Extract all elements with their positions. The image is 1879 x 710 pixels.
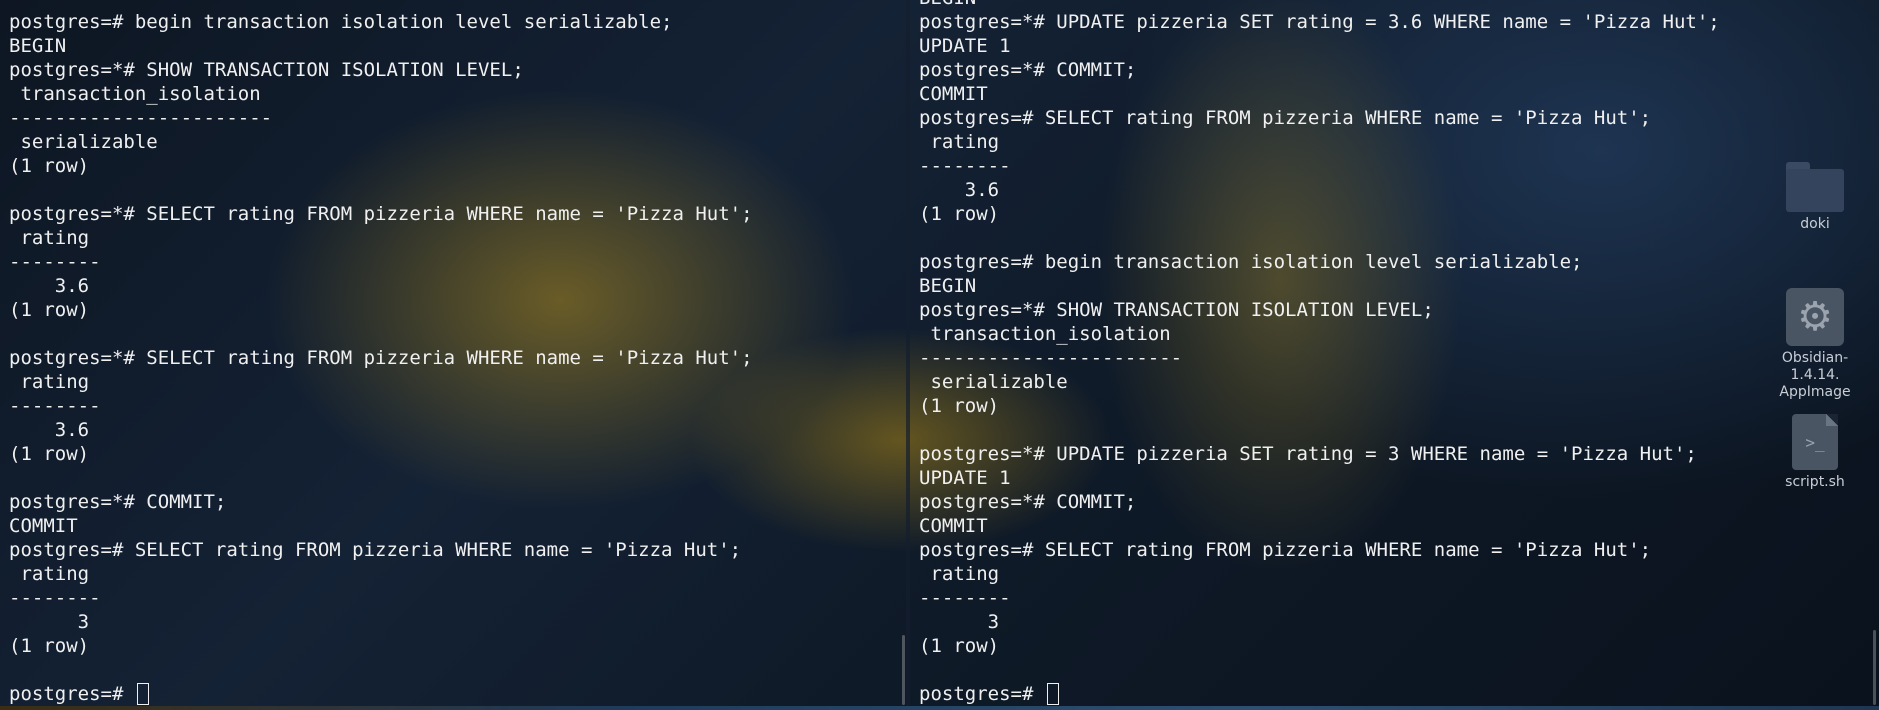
terminal-line: ----------------------- <box>919 347 1183 369</box>
terminal-line: -------- <box>9 251 101 273</box>
terminal-line: serializable <box>9 131 158 153</box>
right-terminal-pane[interactable]: BEGINpostgres=*# UPDATE pizzeria SET rat… <box>910 0 1870 710</box>
terminal-line: COMMIT <box>919 515 988 537</box>
desktop-icon-label-line1: Obsidian-1.4.14. <box>1781 350 1849 383</box>
terminal-line: COMMIT <box>9 515 78 537</box>
terminal-line: postgres=*# COMMIT; <box>919 491 1137 513</box>
terminal-line: postgres=*# SELECT rating FROM pizzeria … <box>9 347 753 369</box>
cursor-icon <box>1046 683 1059 705</box>
terminal-line: postgres=*# SELECT rating FROM pizzeria … <box>9 203 753 225</box>
terminal-line: rating <box>9 371 90 393</box>
terminal-line: (1 row) <box>9 443 90 465</box>
terminal-line: postgres=*# UPDATE pizzeria SET rating =… <box>919 443 1697 465</box>
terminal-line: UPDATE 1 <box>919 467 1011 489</box>
right-terminal-output: BEGINpostgres=*# UPDATE pizzeria SET rat… <box>910 0 1720 706</box>
terminal-line: rating <box>919 563 1000 585</box>
terminal-line: postgres=*# SHOW TRANSACTION ISOLATION L… <box>9 59 524 81</box>
gear-icon: ⚙ <box>1786 288 1844 346</box>
terminal-line: -------- <box>919 155 1011 177</box>
right-terminal-scrollbar[interactable] <box>1873 630 1876 705</box>
terminal-prompt-line: postgres=# <box>0 682 753 706</box>
script-icon: >_ <box>1792 414 1838 470</box>
terminal-line: 3 <box>9 611 90 633</box>
terminal-line: 3.6 <box>9 419 90 441</box>
terminal-line: postgres=# SELECT rating FROM pizzeria W… <box>919 107 1652 129</box>
terminal-line: (1 row) <box>9 299 90 321</box>
desktop-icon-script[interactable]: >_ script.sh <box>1760 414 1870 491</box>
terminal-line: UPDATE 1 <box>919 35 1011 57</box>
terminal-line: (1 row) <box>9 635 90 657</box>
taskbar-edge <box>0 706 1879 710</box>
terminal-line: postgres=# SELECT rating FROM pizzeria W… <box>919 539 1652 561</box>
terminal-line: rating <box>9 563 90 585</box>
terminal-line: postgres=# SELECT rating FROM pizzeria W… <box>9 539 742 561</box>
terminal-line: -------- <box>9 587 101 609</box>
terminal-line: postgres=*# UPDATE pizzeria SET rating =… <box>919 11 1720 33</box>
terminal-line: BEGIN <box>9 35 67 57</box>
terminal-line: postgres=*# COMMIT; <box>9 491 227 513</box>
left-terminal-output: postgres=# begin transaction isolation l… <box>0 10 753 706</box>
folder-icon <box>1786 162 1844 212</box>
desktop-icon-doki[interactable]: doki <box>1760 162 1870 233</box>
terminal-line: postgres=*# COMMIT; <box>919 59 1137 81</box>
terminal-line: postgres=# begin transaction isolation l… <box>9 11 673 33</box>
terminal-line: BEGIN <box>919 275 977 297</box>
terminal-prompt-line: postgres=# <box>910 682 1720 706</box>
terminal-line: serializable <box>919 371 1068 393</box>
terminal-line: (1 row) <box>919 635 1000 657</box>
terminal-line: transaction_isolation <box>919 323 1171 345</box>
desktop-icon-label: script.sh <box>1785 474 1845 490</box>
terminal-line: COMMIT <box>919 83 988 105</box>
terminal-line: rating <box>9 227 90 249</box>
terminal-line: 3.6 <box>9 275 90 297</box>
terminal-line: ----------------------- <box>9 107 273 129</box>
terminal-line: -------- <box>919 587 1011 609</box>
terminal-line: postgres=# begin transaction isolation l… <box>919 251 1583 273</box>
terminal-line: transaction_isolation <box>9 83 261 105</box>
desktop-icon-label-line2: AppImage <box>1779 384 1851 400</box>
terminal-line: 3 <box>919 611 1000 633</box>
left-terminal-scrollbar[interactable] <box>902 635 905 705</box>
left-terminal-pane[interactable]: postgres=# begin transaction isolation l… <box>0 0 906 710</box>
script-glyph: >_ <box>1805 432 1825 452</box>
terminal-line: BEGIN <box>910 0 1720 10</box>
desktop-icon-label: doki <box>1800 216 1830 232</box>
terminal-line: rating <box>919 131 1000 153</box>
terminal-line: postgres=*# SHOW TRANSACTION ISOLATION L… <box>919 299 1434 321</box>
terminal-line: -------- <box>9 395 101 417</box>
desktop-icon-label: Obsidian-1.4.14. AppImage <box>1760 350 1870 401</box>
desktop-icon-obsidian[interactable]: ⚙ Obsidian-1.4.14. AppImage <box>1760 288 1870 401</box>
terminal-line: (1 row) <box>919 395 1000 417</box>
cursor-icon <box>136 683 149 705</box>
terminal-line: (1 row) <box>919 203 1000 225</box>
terminal-line: 3.6 <box>919 179 1000 201</box>
terminal-line: (1 row) <box>9 155 90 177</box>
